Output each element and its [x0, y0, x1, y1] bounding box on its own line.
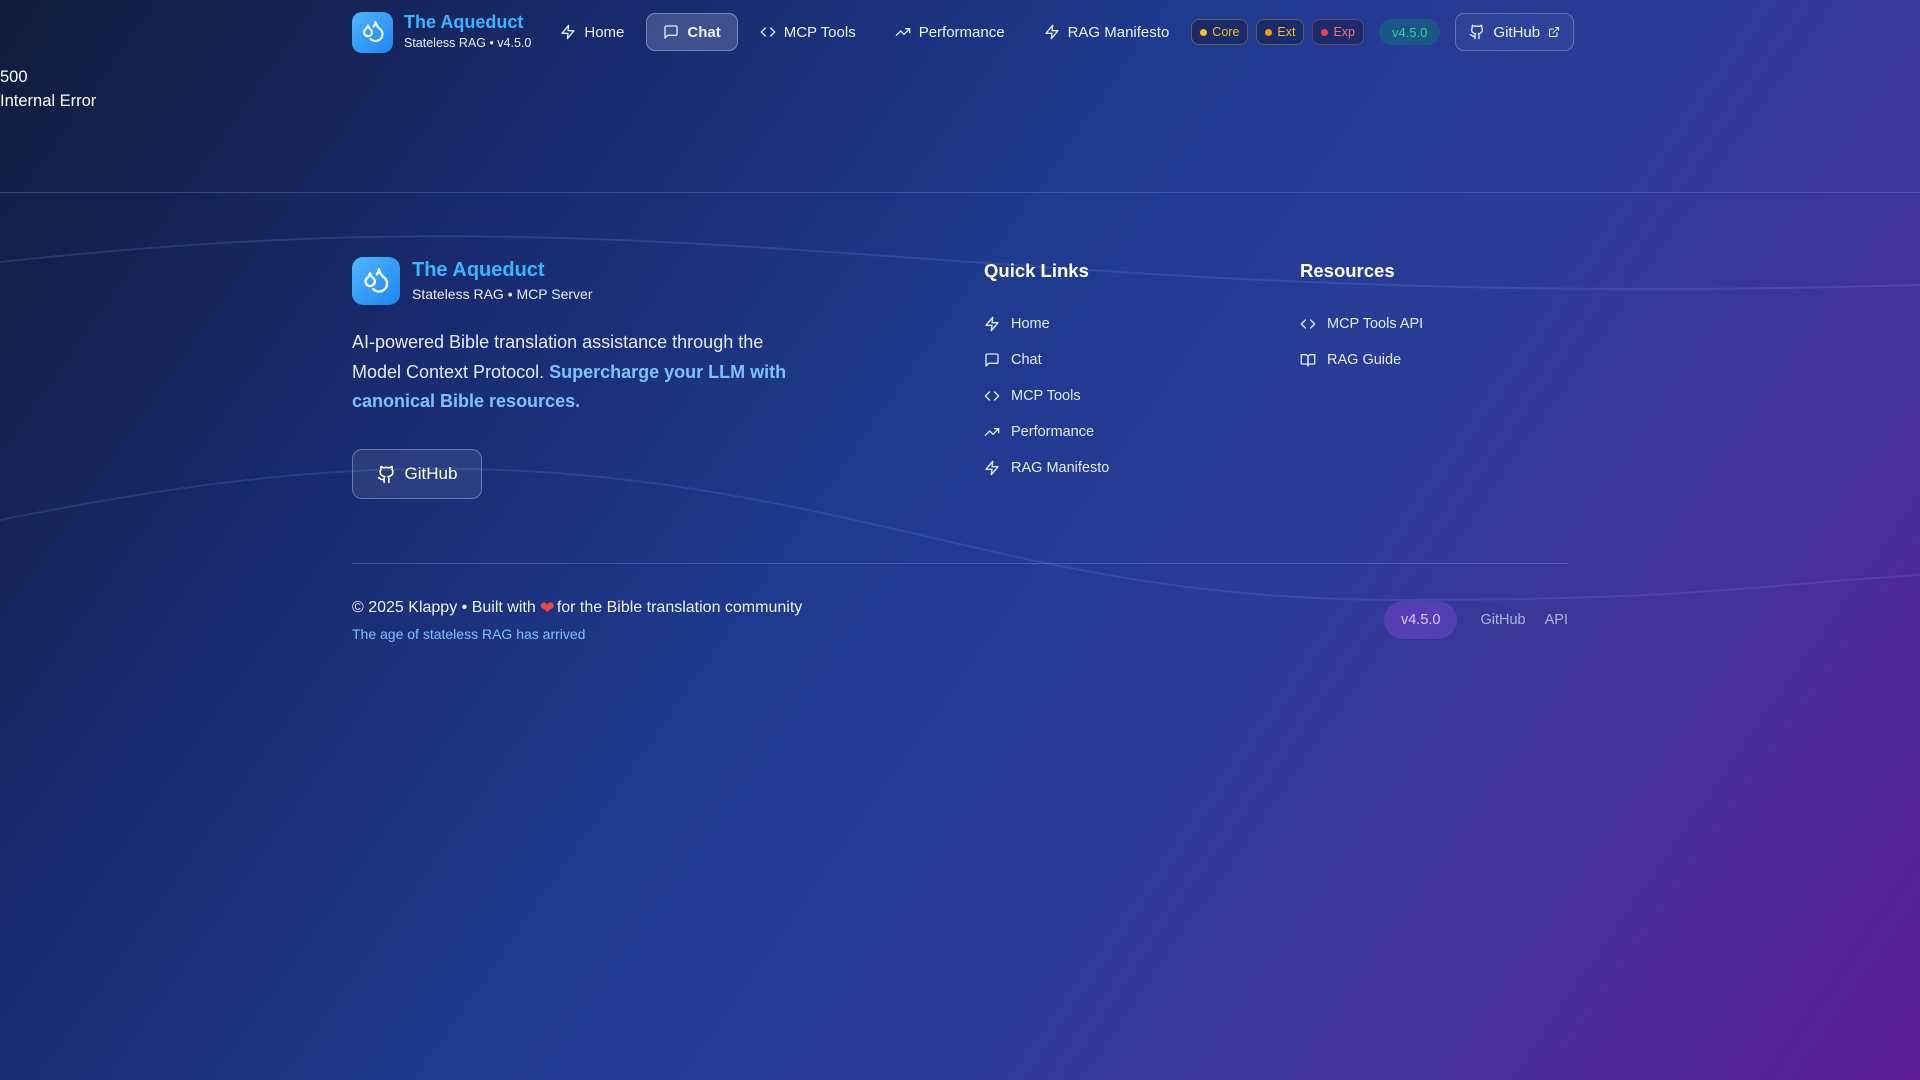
nav-mcp-tools[interactable]: MCP Tools	[743, 13, 873, 51]
copyright-suffix: for the Bible translation community	[556, 599, 803, 616]
footer-tagline: The age of stateless RAG has arrived	[352, 626, 586, 642]
code-icon	[1300, 319, 1316, 329]
bolt-icon	[1044, 24, 1059, 40]
github-icon	[377, 465, 394, 483]
footer-github-button[interactable]: GitHub	[352, 449, 482, 499]
footer-logo	[352, 257, 400, 305]
background-waves	[0, 235, 1920, 602]
code-icon	[760, 27, 776, 37]
copyright-text: © 2025 Klappy • Built with	[352, 599, 536, 616]
brand-text[interactable]: The Aqueduct Stateless RAG • v4.5.0	[404, 12, 531, 52]
core-dot	[1200, 28, 1208, 36]
badge-ext[interactable]: Ext	[1256, 19, 1305, 45]
heart-icon: ❤	[539, 598, 555, 618]
quick-link-performance-label: Performance	[1011, 424, 1095, 440]
github-nav-button[interactable]: GitHub	[1455, 13, 1575, 51]
bolt-icon	[985, 460, 999, 476]
top-navbar: The Aqueduct Stateless RAG • v4.5.0 Home…	[352, 11, 1575, 53]
nav-mcp-tools-label: MCP Tools	[783, 23, 856, 41]
brand-subtitle: Stateless RAG • v4.5.0	[404, 36, 532, 50]
quick-link-rag-manifesto-label: RAG Manifesto	[1011, 460, 1110, 476]
quick-link-performance[interactable]: Performance	[984, 414, 1109, 450]
footer-brand-text: The Aqueduct Stateless RAG • MCP Server	[412, 258, 592, 304]
droplets-icon	[362, 21, 384, 42]
github-icon	[1470, 24, 1484, 40]
quick-link-home[interactable]: Home	[984, 306, 1109, 342]
brand-logo[interactable]	[352, 11, 393, 53]
quick-link-chat-label: Chat	[1011, 352, 1042, 368]
footer-brand-title: The Aqueduct	[412, 259, 545, 281]
book-icon	[1300, 354, 1316, 367]
trending-up-icon	[895, 27, 911, 36]
error-code: 500	[0, 68, 28, 86]
chat-icon	[664, 25, 679, 39]
badge-exp[interactable]: Exp	[1312, 19, 1364, 45]
nav-rag-manifesto[interactable]: RAG Manifesto	[1027, 13, 1187, 51]
quick-link-home-label: Home	[1011, 316, 1050, 332]
exp-dot	[1321, 28, 1329, 36]
quick-link-mcp-tools[interactable]: MCP Tools	[984, 378, 1109, 414]
footer-meta: v4.5.0 GitHub API	[1383, 601, 1568, 639]
bolt-icon	[985, 316, 999, 332]
external-link-icon	[1549, 26, 1560, 38]
footer-github-label: GitHub	[404, 464, 458, 483]
resources-list: MCP Tools API RAG Guide	[1300, 306, 1423, 378]
nav-items: Home Chat MCP Tools Performance RAG Mani…	[543, 13, 1191, 51]
footer-divider-top	[0, 192, 1920, 193]
footer-version-badge: v4.5.0	[1383, 601, 1458, 639]
quick-links-list: Home Chat MCP Tools Performance RAG Mani…	[984, 306, 1109, 486]
droplets-icon	[364, 268, 389, 293]
quick-link-mcp-tools-label: MCP Tools	[1011, 388, 1081, 404]
footer-link-github[interactable]: GitHub	[1480, 612, 1525, 628]
resources-title: Resources	[1300, 260, 1395, 281]
badge-core[interactable]: Core	[1191, 19, 1249, 45]
quick-link-rag-manifesto[interactable]: RAG Manifesto	[984, 450, 1109, 486]
nav-chat[interactable]: Chat	[646, 13, 738, 51]
quick-link-chat[interactable]: Chat	[984, 342, 1109, 378]
code-icon	[984, 391, 1000, 401]
quick-links-title: Quick Links	[984, 260, 1089, 281]
nav-performance[interactable]: Performance	[878, 13, 1022, 51]
chat-icon	[985, 353, 999, 367]
error-text: Internal Error	[0, 92, 97, 110]
badge-ext-label: Ext	[1277, 25, 1296, 39]
error-message: 500 Internal Error	[0, 65, 96, 113]
github-nav-label: GitHub	[1493, 23, 1541, 41]
resource-rag-guide[interactable]: RAG Guide	[1300, 342, 1423, 378]
footer-link-api[interactable]: API	[1545, 612, 1568, 628]
resource-mcp-tools-api[interactable]: MCP Tools API	[1300, 306, 1423, 342]
badge-exp-label: Exp	[1333, 25, 1355, 39]
resource-mcp-tools-api-label: MCP Tools API	[1327, 316, 1424, 332]
footer-divider-bottom	[352, 563, 1568, 564]
footer-brand-subtitle: Stateless RAG • MCP Server	[412, 286, 593, 302]
nav-chat-label: Chat	[687, 23, 721, 41]
brand-title: The Aqueduct	[404, 12, 524, 32]
trending-up-icon	[984, 428, 1000, 436]
badge-core-label: Core	[1212, 25, 1240, 39]
resource-rag-guide-label: RAG Guide	[1327, 352, 1402, 368]
footer-description: AI-powered Bible translation assistance …	[352, 328, 812, 417]
bolt-icon	[561, 24, 576, 40]
nav-performance-label: Performance	[918, 23, 1005, 41]
copyright: © 2025 Klappy • Built with ❤ for the Bib…	[352, 598, 802, 618]
footer-brand: The Aqueduct Stateless RAG • MCP Server	[352, 257, 592, 305]
nav-home[interactable]: Home	[543, 13, 641, 51]
version-pill: v4.5.0	[1379, 19, 1441, 45]
nav-home-label: Home	[584, 23, 625, 41]
ext-dot	[1265, 28, 1273, 36]
nav-rag-manifesto-label: RAG Manifesto	[1067, 23, 1170, 41]
